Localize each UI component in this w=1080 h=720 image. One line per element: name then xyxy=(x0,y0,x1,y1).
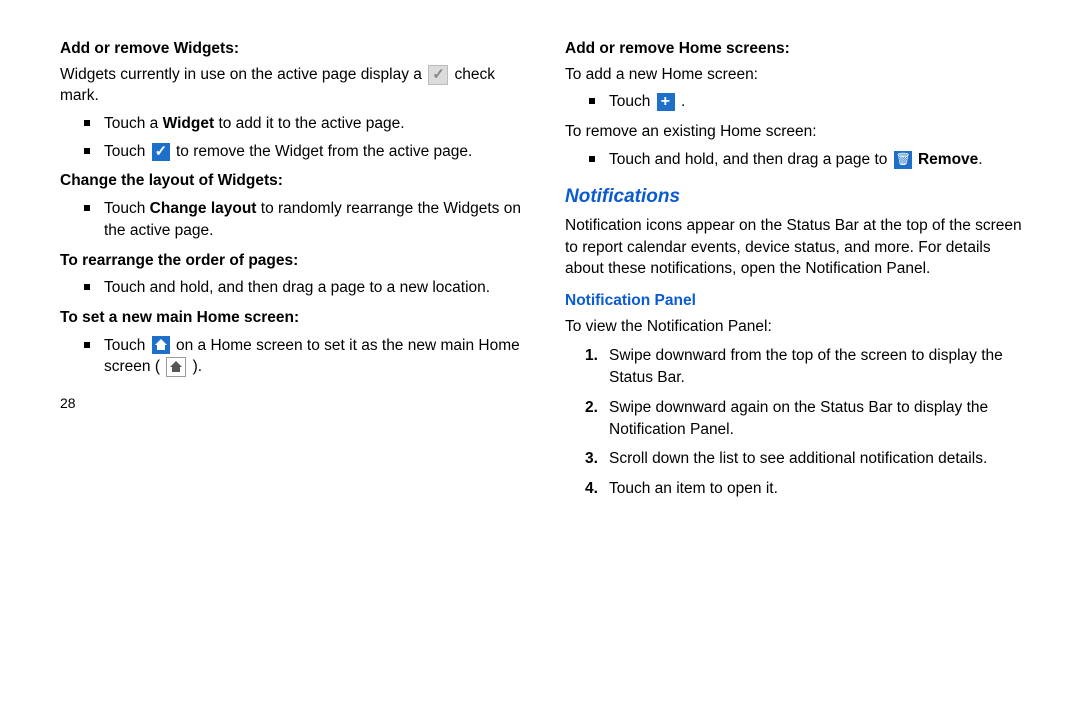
home-blue-icon xyxy=(152,336,170,354)
text: Touch xyxy=(104,200,150,217)
text: . xyxy=(677,93,686,110)
list-item: Touch to remove the Widget from the acti… xyxy=(60,141,525,163)
np-steps: Swipe downward from the top of the scree… xyxy=(565,345,1030,499)
list-item: Touch and hold, and then drag a page to … xyxy=(565,149,1030,171)
widget-steps: Touch a Widget to add it to the active p… xyxy=(60,113,525,162)
list-item: Swipe downward from the top of the scree… xyxy=(565,345,1030,388)
home-white-icon xyxy=(166,357,186,377)
heading-rearrange-pages: To rearrange the order of pages: xyxy=(60,250,525,272)
heading-add-remove-widgets: Add or remove Widgets: xyxy=(60,38,525,60)
bold-remove: Remove xyxy=(918,151,978,168)
add-home-intro: To add a new Home screen: xyxy=(565,64,1030,86)
heading-change-layout: Change the layout of Widgets: xyxy=(60,170,525,192)
heading-add-remove-home: Add or remove Home screens: xyxy=(565,38,1030,60)
notifications-body: Notification icons appear on the Status … xyxy=(565,215,1030,280)
trash-icon xyxy=(894,151,912,169)
bold-change-layout: Change layout xyxy=(150,200,257,217)
text: to add it to the active page. xyxy=(214,115,404,132)
text: Touch xyxy=(104,337,150,354)
heading-notification-panel: Notification Panel xyxy=(565,290,1030,312)
np-intro: To view the Notification Panel: xyxy=(565,316,1030,338)
main-home-steps: Touch on a Home screen to set it as the … xyxy=(60,335,525,378)
bold-widget: Widget xyxy=(163,115,215,132)
text: Touch xyxy=(609,93,655,110)
text: Touch xyxy=(104,143,150,160)
list-item: Scroll down the list to see additional n… xyxy=(565,448,1030,470)
text: Touch a xyxy=(104,115,163,132)
list-item: Touch . xyxy=(565,91,1030,113)
page-columns: Add or remove Widgets: Widgets currently… xyxy=(60,30,1030,508)
text: Widgets currently in use on the active p… xyxy=(60,66,426,83)
change-layout-steps: Touch Change layout to randomly rearrang… xyxy=(60,198,525,241)
list-item: Touch a Widget to add it to the active p… xyxy=(60,113,525,135)
text: ). xyxy=(188,358,202,375)
page-number: 28 xyxy=(60,394,525,414)
text: Touch and hold, and then drag a page to xyxy=(609,151,892,168)
heading-notifications: Notifications xyxy=(565,184,1030,211)
right-column: Add or remove Home screens: To add a new… xyxy=(565,30,1030,508)
plus-icon xyxy=(657,93,675,111)
list-item: Touch an item to open it. xyxy=(565,478,1030,500)
list-item: Touch and hold, and then drag a page to … xyxy=(60,277,525,299)
checkmark-blue-icon xyxy=(152,143,170,161)
add-home-steps: Touch . xyxy=(565,91,1030,113)
remove-home-steps: Touch and hold, and then drag a page to … xyxy=(565,149,1030,171)
list-item: Swipe downward again on the Status Bar t… xyxy=(565,397,1030,440)
text: to remove the Widget from the active pag… xyxy=(172,143,473,160)
left-column: Add or remove Widgets: Widgets currently… xyxy=(60,30,525,508)
list-item: Touch on a Home screen to set it as the … xyxy=(60,335,525,378)
rearrange-steps: Touch and hold, and then drag a page to … xyxy=(60,277,525,299)
text: . xyxy=(978,151,982,168)
remove-home-intro: To remove an existing Home screen: xyxy=(565,121,1030,143)
checkmark-gray-icon xyxy=(428,65,448,85)
heading-main-home: To set a new main Home screen: xyxy=(60,307,525,329)
widgets-intro: Widgets currently in use on the active p… xyxy=(60,64,525,107)
list-item: Touch Change layout to randomly rearrang… xyxy=(60,198,525,241)
